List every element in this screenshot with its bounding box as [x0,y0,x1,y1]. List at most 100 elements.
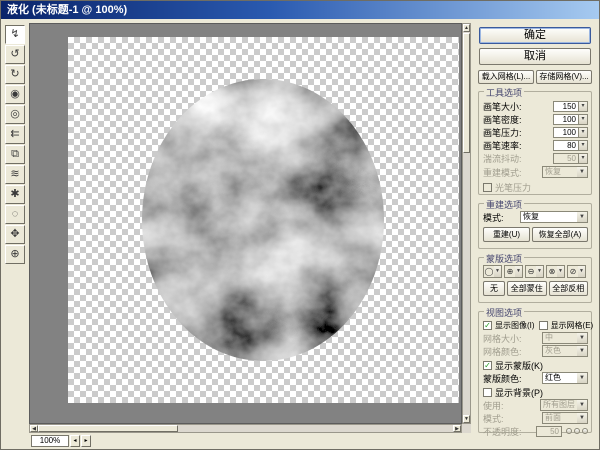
chevron-down-icon[interactable]: ▼ [536,266,543,277]
brush-rate-spinner-icon[interactable]: ▾ [579,140,588,151]
clouds-ellipse-image [141,78,385,362]
chevron-down-icon: ▼ [577,413,587,423]
options-panel: 确定 取消 载入网格(L)... 存储网格(V)... 工具选项 画笔大小: 1… [473,21,597,449]
chevron-down-icon[interactable]: ▼ [578,266,585,277]
intersect-selection-icon[interactable]: ⊗▼ [546,265,565,278]
push-left-tool-icon[interactable]: ⇇ [5,125,25,144]
show-backdrop-label: 显示背景(P) [495,386,543,399]
zoom-in-icon[interactable]: ▸ [81,435,91,447]
save-mesh-button[interactable]: 存储网格(V)... [536,70,592,84]
vertical-scrollbar[interactable]: ▲ ▼ [462,23,471,424]
mirror-tool-icon[interactable]: ⧉ [5,145,25,164]
pucker-tool-icon[interactable]: ◉ [5,85,25,104]
scroll-down-icon[interactable]: ▼ [463,415,470,423]
scroll-right-icon[interactable]: ▶ [453,425,461,432]
mask-all-button[interactable]: 全部蒙住 [507,281,547,296]
zoom-out-icon[interactable]: ◂ [70,435,80,447]
horizontal-scrollbar[interactable]: ◀ ▶ [29,424,462,433]
bloat-tool-icon[interactable]: ◎ [5,105,25,124]
reconstruct-mode-dropdown: 恢复 ▼ [542,166,588,178]
use-row: 使用: 所有图层 ▼ [483,399,588,411]
opacity-input: 50 [536,426,562,437]
show-mesh-checkbox[interactable] [539,321,548,330]
show-image-mesh-row: ✓ 显示图像(I) 显示网格(E) [483,319,588,331]
brush-size-row: 画笔大小: 150 ▾ [483,100,588,112]
opacity-label: 不透明度: [483,425,522,438]
thaw-mask-tool-icon[interactable]: ◌ [5,205,25,224]
tool-options-title: 工具选项 [484,86,524,99]
dialog-title: 液化 (未标题-1 @ 100%) [7,4,127,16]
chevron-down-icon[interactable]: ▼ [494,266,501,277]
turbulent-jitter-row: 湍流抖动: 50 ▾ [483,152,588,164]
brush-pressure-spinner-icon[interactable]: ▾ [579,127,588,138]
opacity-row: 不透明度: 50 [483,425,588,437]
reconstruct-options-group: 重建选项 模式: 恢复 ▼ 重建(U) 恢复全部(A) [478,203,592,249]
turbulent-jitter-spinner-icon: ▾ [579,153,588,164]
brush-density-label: 画笔密度: [483,113,522,126]
mask-color-value: 红色 [543,373,577,383]
mask-options-group: 蒙版选项 ◯▼⊕▼⊖▼⊗▼⊘▼ 无 全部蒙住 全部反相 [478,257,592,303]
turbulence-tool-icon[interactable]: ≋ [5,165,25,184]
show-backdrop-checkbox[interactable] [483,388,492,397]
mask-none-button[interactable]: 无 [483,281,505,296]
show-image-checkbox[interactable]: ✓ [483,321,492,330]
add-to-selection-icon[interactable]: ⊕▼ [504,265,523,278]
chevron-down-icon[interactable]: ▼ [577,373,587,383]
brush-density-spinner-icon[interactable]: ▾ [579,114,588,125]
reconstruct-mode-select[interactable]: 恢复 ▼ [520,211,588,223]
brush-size-spinner-icon[interactable]: ▾ [579,101,588,112]
use-value: 所有图层 [541,400,577,410]
horizontal-scroll-thumb[interactable] [38,425,178,432]
slider-knob-icon[interactable] [566,428,572,434]
twirl-clockwise-tool-icon[interactable]: ↻ [5,65,25,84]
turbulent-jitter-label: 湍流抖动: [483,152,522,165]
backdrop-mode-dropdown: 前面 ▼ [542,412,588,424]
liquify-toolbar: ↯↺↻◉◎⇇⧉≋✱◌✥⊕ [5,25,27,265]
show-mask-checkbox[interactable]: ✓ [483,361,492,370]
slider-knob-icon[interactable] [582,428,588,434]
invert-selection-icon[interactable]: ⊘▼ [567,265,586,278]
mask-buttons-row: 无 全部蒙住 全部反相 [483,282,588,294]
document-canvas[interactable] [68,37,459,403]
scroll-up-icon[interactable]: ▲ [463,24,470,32]
chevron-down-icon: ▼ [577,400,587,410]
forward-warp-tool-icon[interactable]: ↯ [5,25,25,44]
zoom-level-field[interactable]: 100% [31,435,69,447]
brush-pressure-input[interactable]: 100 [553,127,579,138]
cancel-button[interactable]: 取消 [479,48,591,65]
brush-density-input[interactable]: 100 [553,114,579,125]
liquify-dialog: 液化 (未标题-1 @ 100%) ↯↺↻◉◎⇇⧉≋✱◌✥⊕ [0,0,600,450]
reconstruct-tool-icon[interactable]: ↺ [5,45,25,64]
chevron-down-icon: ▼ [577,333,587,343]
vertical-scroll-thumb[interactable] [463,33,470,153]
reconstruct-mode-select-value: 恢复 [521,212,577,222]
brush-size-input[interactable]: 150 [553,101,579,112]
brush-rate-input[interactable]: 80 [553,140,579,151]
chevron-down-icon[interactable]: ▼ [557,266,564,277]
ok-button[interactable]: 确定 [479,27,591,44]
chevron-down-icon[interactable]: ▼ [577,212,587,222]
zoom-tool-icon[interactable]: ⊕ [5,245,25,264]
use-dropdown: 所有图层 ▼ [540,399,588,411]
backdrop-mode-label: 模式: [483,412,504,425]
invert-all-button[interactable]: 全部反相 [549,281,589,296]
subtract-from-selection-icon[interactable]: ⊖▼ [525,265,544,278]
chevron-down-icon[interactable]: ▼ [515,266,522,277]
canvas-area: ▲ ▼ ◀ ▶ 100% ◂ ▸ [29,23,471,447]
replace-selection-icon[interactable]: ◯▼ [483,265,502,278]
load-mesh-button[interactable]: 载入网格(L)... [478,70,534,84]
opacity-slider-knobs[interactable] [566,428,588,434]
freeze-mask-tool-icon[interactable]: ✱ [5,185,25,204]
mask-icon-row: ◯▼⊕▼⊖▼⊗▼⊘▼ [483,265,588,277]
intersect-selection-icon: ⊗ [547,266,557,277]
show-mesh-label: 显示网格(E) [551,320,594,331]
hand-tool-icon[interactable]: ✥ [5,225,25,244]
reconstruct-button[interactable]: 重建(U) [483,227,530,242]
restore-all-button[interactable]: 恢复全部(A) [532,227,588,242]
mask-color-dropdown[interactable]: 红色 ▼ [542,372,588,384]
dialog-titlebar[interactable]: 液化 (未标题-1 @ 100%) [1,1,599,19]
mask-options-title: 蒙版选项 [484,252,524,265]
brush-pressure-label: 画笔压力: [483,126,522,139]
scroll-left-icon[interactable]: ◀ [30,425,38,432]
slider-knob-icon[interactable] [574,428,580,434]
